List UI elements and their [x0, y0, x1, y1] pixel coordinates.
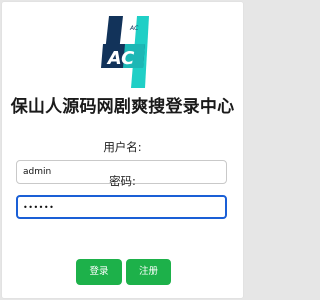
site-logo: AC AC — [101, 16, 151, 88]
logo-small-text: AC — [129, 25, 139, 32]
password-input[interactable] — [16, 195, 227, 219]
username-label: 用户名: — [103, 140, 142, 154]
login-button[interactable]: 登录 — [76, 259, 122, 285]
login-card: AC AC 保山人源码网剧爽搜登录中心 用户名: 密码: 登录 注册 — [2, 2, 243, 298]
page-title: 保山人源码网剧爽搜登录中心 — [10, 97, 235, 117]
register-button[interactable]: 注册 — [126, 259, 171, 285]
logo-text: AC — [106, 48, 135, 69]
password-label: 密码: — [109, 174, 136, 188]
logo-icon: AC AC — [101, 16, 149, 88]
